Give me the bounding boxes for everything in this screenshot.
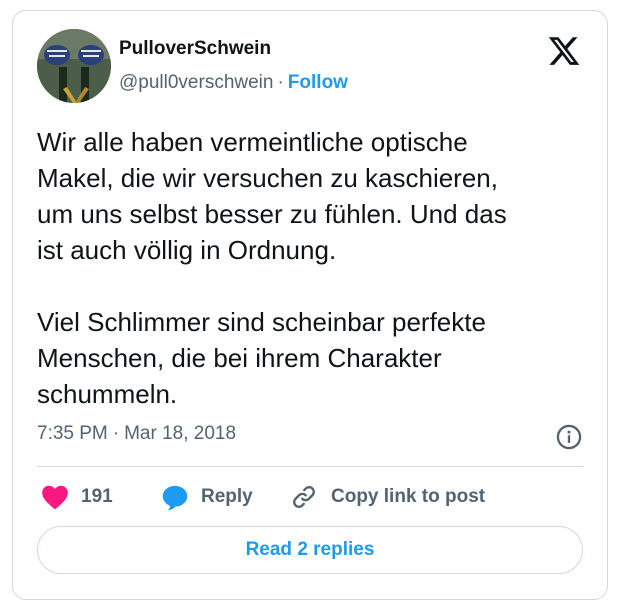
like-button[interactable]: 191 [41, 481, 113, 513]
follow-button[interactable]: Follow [288, 72, 348, 93]
heart-icon [42, 485, 68, 510]
tweet-text: Wir alle haben vermeintliche optische Ma… [37, 127, 507, 409]
tweet-card: PulloverSchwein @pull0verschwein · Follow … [12, 10, 608, 600]
timestamp-separator: · [112, 423, 120, 444]
author-avatar[interactable] [37, 29, 111, 103]
like-count: 191 [81, 486, 113, 507]
author-name[interactable]: PulloverSchwein [119, 38, 271, 60]
handle-separator: · [277, 72, 284, 93]
reply-bubble-icon [162, 485, 188, 511]
avatar-sneakers-photo [37, 29, 111, 103]
tweet-date: Mar 18, 2018 [124, 423, 237, 444]
read-replies-button[interactable]: Read 2 replies [37, 526, 583, 574]
author-handle[interactable]: @pull0verschwein [119, 72, 273, 93]
action-bar: 191 Reply Copy link to post [37, 481, 597, 513]
reply-label: Reply [201, 486, 253, 507]
info-icon[interactable] [555, 423, 583, 451]
x-logo-icon[interactable] [547, 34, 581, 68]
link-icon [293, 486, 315, 508]
copy-link-button[interactable]: Copy link to post [289, 481, 485, 513]
copy-link-label: Copy link to post [331, 486, 486, 507]
author-handle-row: @pull0verschwein · Follow [119, 72, 348, 94]
tweet-timestamp[interactable]: 7:35 PM · Mar 18, 2018 [37, 423, 587, 445]
tweet-time: 7:35 PM [37, 423, 108, 444]
divider [37, 466, 583, 467]
reply-button[interactable]: Reply [161, 481, 253, 513]
